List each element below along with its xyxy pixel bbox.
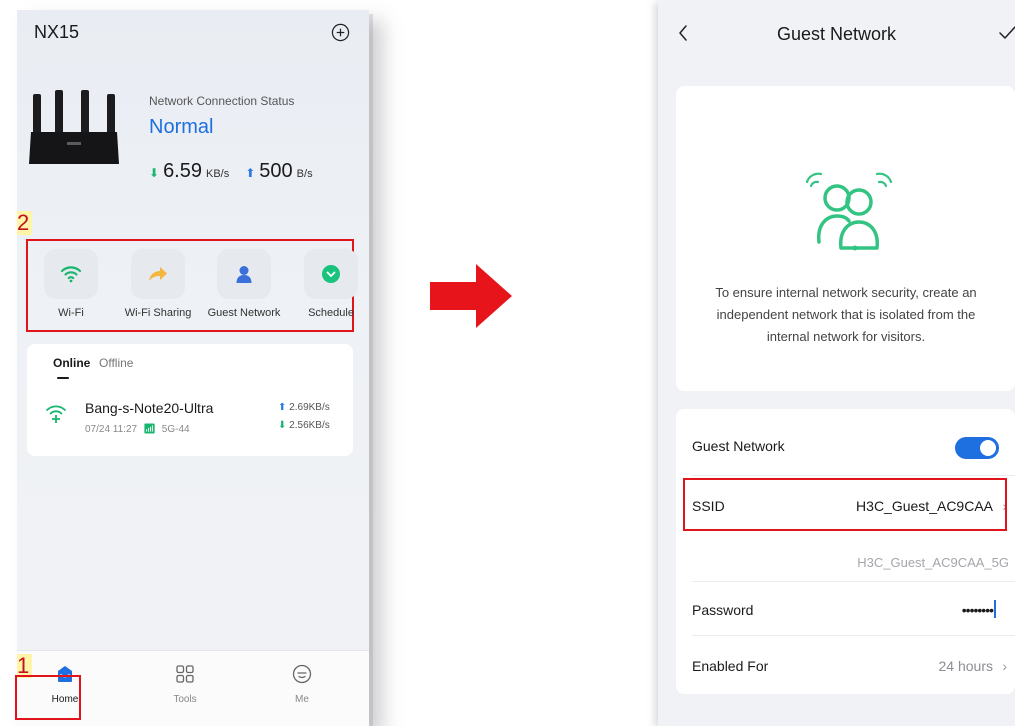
quick-action-guest-network[interactable]: Guest Network xyxy=(204,249,284,319)
guest-network-label: Guest Network xyxy=(692,438,785,454)
guest-intro-card: To ensure internal network security, cre… xyxy=(676,86,1015,391)
quick-action-wifi-sharing[interactable]: Wi-Fi Sharing xyxy=(118,249,198,319)
toggle-knob xyxy=(980,440,996,456)
upload-arrow-icon: ⬆ xyxy=(278,402,287,413)
text-caret xyxy=(994,600,996,618)
password-label: Password xyxy=(692,602,754,618)
quick-action-label: Wi-Fi Sharing xyxy=(124,307,192,319)
nav-me[interactable]: Me xyxy=(272,663,332,705)
guest-settings-card: Guest Network SSID H3C_Guest_AC9CAA › H3… xyxy=(676,409,1015,694)
quick-action-schedule[interactable]: Schedule xyxy=(291,249,369,319)
quick-action-label: Schedule xyxy=(308,307,354,319)
confirm-check-icon[interactable] xyxy=(998,25,1015,41)
download-arrow-icon: ⬇ xyxy=(149,166,160,180)
tab-online[interactable]: Online xyxy=(53,356,90,370)
home-tab-highlight xyxy=(15,675,81,720)
enabled-for-value: 24 hours xyxy=(938,658,993,674)
quick-action-label: Guest Network xyxy=(207,307,281,319)
device-list-card: Online Offline Bang-s-Note20-Ultra 07/24… xyxy=(27,344,353,456)
guest-user-icon xyxy=(236,266,252,283)
tools-grid-icon xyxy=(176,665,194,683)
add-circle-icon[interactable] xyxy=(331,23,350,42)
chevron-right-icon: › xyxy=(1002,658,1007,674)
connection-status-value: Normal xyxy=(149,116,214,138)
nav-tools[interactable]: Tools xyxy=(155,663,215,705)
enabled-for-row[interactable]: Enabled For 24 hours › xyxy=(676,635,1015,695)
wifi-icon xyxy=(60,266,82,283)
guest-users-illustration-icon xyxy=(805,172,893,251)
tab-offline[interactable]: Offline xyxy=(99,356,133,370)
download-speed: 6.59 xyxy=(163,160,202,182)
quick-action-wifi[interactable]: Wi-Fi xyxy=(31,249,111,319)
download-arrow-icon: ⬇ xyxy=(278,420,287,431)
guest-network-toggle[interactable] xyxy=(955,437,999,459)
schedule-chevron-icon xyxy=(322,265,340,283)
password-input[interactable]: •••••••• xyxy=(962,602,994,618)
flow-arrow-icon xyxy=(430,264,512,328)
enabled-for-label: Enabled For xyxy=(692,658,769,674)
device-upload-value: 2.69KB/s xyxy=(289,402,330,413)
device-title: NX15 xyxy=(34,22,80,42)
home-screen: NX15 Network Connection Status Normal ⬇ … xyxy=(17,10,369,726)
device-download-value: 2.56KB/s xyxy=(289,420,330,431)
upload-speed: 500 xyxy=(259,160,293,182)
speed-readout: ⬇ 6.59 KB/s ⬆ 500 B/s xyxy=(149,160,325,183)
upload-unit: B/s xyxy=(296,168,313,180)
download-unit: KB/s xyxy=(206,168,230,180)
band-wifi-icon: 📶︎ xyxy=(143,424,156,435)
device-band: 5G-44 xyxy=(161,424,190,435)
page-title: Guest Network xyxy=(776,24,897,44)
step-badge-2: 2 xyxy=(17,211,33,235)
device-time: 07/24 11:27 xyxy=(85,424,138,435)
router-image xyxy=(29,90,119,164)
me-face-icon xyxy=(292,664,312,684)
wifi-signal-icon xyxy=(46,405,66,423)
device-name[interactable]: Bang-s-Note20-Ultra xyxy=(85,400,213,416)
device-upload: ⬆ 2.69KB/s xyxy=(278,402,330,413)
guest-network-row: Guest Network xyxy=(676,415,1015,475)
upload-arrow-icon: ⬆ xyxy=(245,166,256,180)
connection-status-label: Network Connection Status xyxy=(149,94,295,108)
password-row[interactable]: Password •••••••• xyxy=(676,579,1015,639)
device-meta: 07/24 11:27 📶︎ 5G-44 xyxy=(85,424,190,435)
active-tab-indicator xyxy=(57,377,69,379)
ssid-5g-value: H3C_Guest_AC9CAA_5G xyxy=(857,555,1009,570)
nav-label: Tools xyxy=(173,694,197,705)
device-download: ⬇ 2.56KB/s xyxy=(278,420,330,431)
guest-network-screen: Guest Network To ensure internal network… xyxy=(658,0,1015,726)
ssid-highlight xyxy=(683,478,1007,531)
guest-intro-text: To ensure internal network security, cre… xyxy=(715,285,977,344)
quick-action-label: Wi-Fi xyxy=(58,307,84,319)
nav-label: Me xyxy=(295,694,309,705)
share-arrow-icon xyxy=(149,267,167,281)
